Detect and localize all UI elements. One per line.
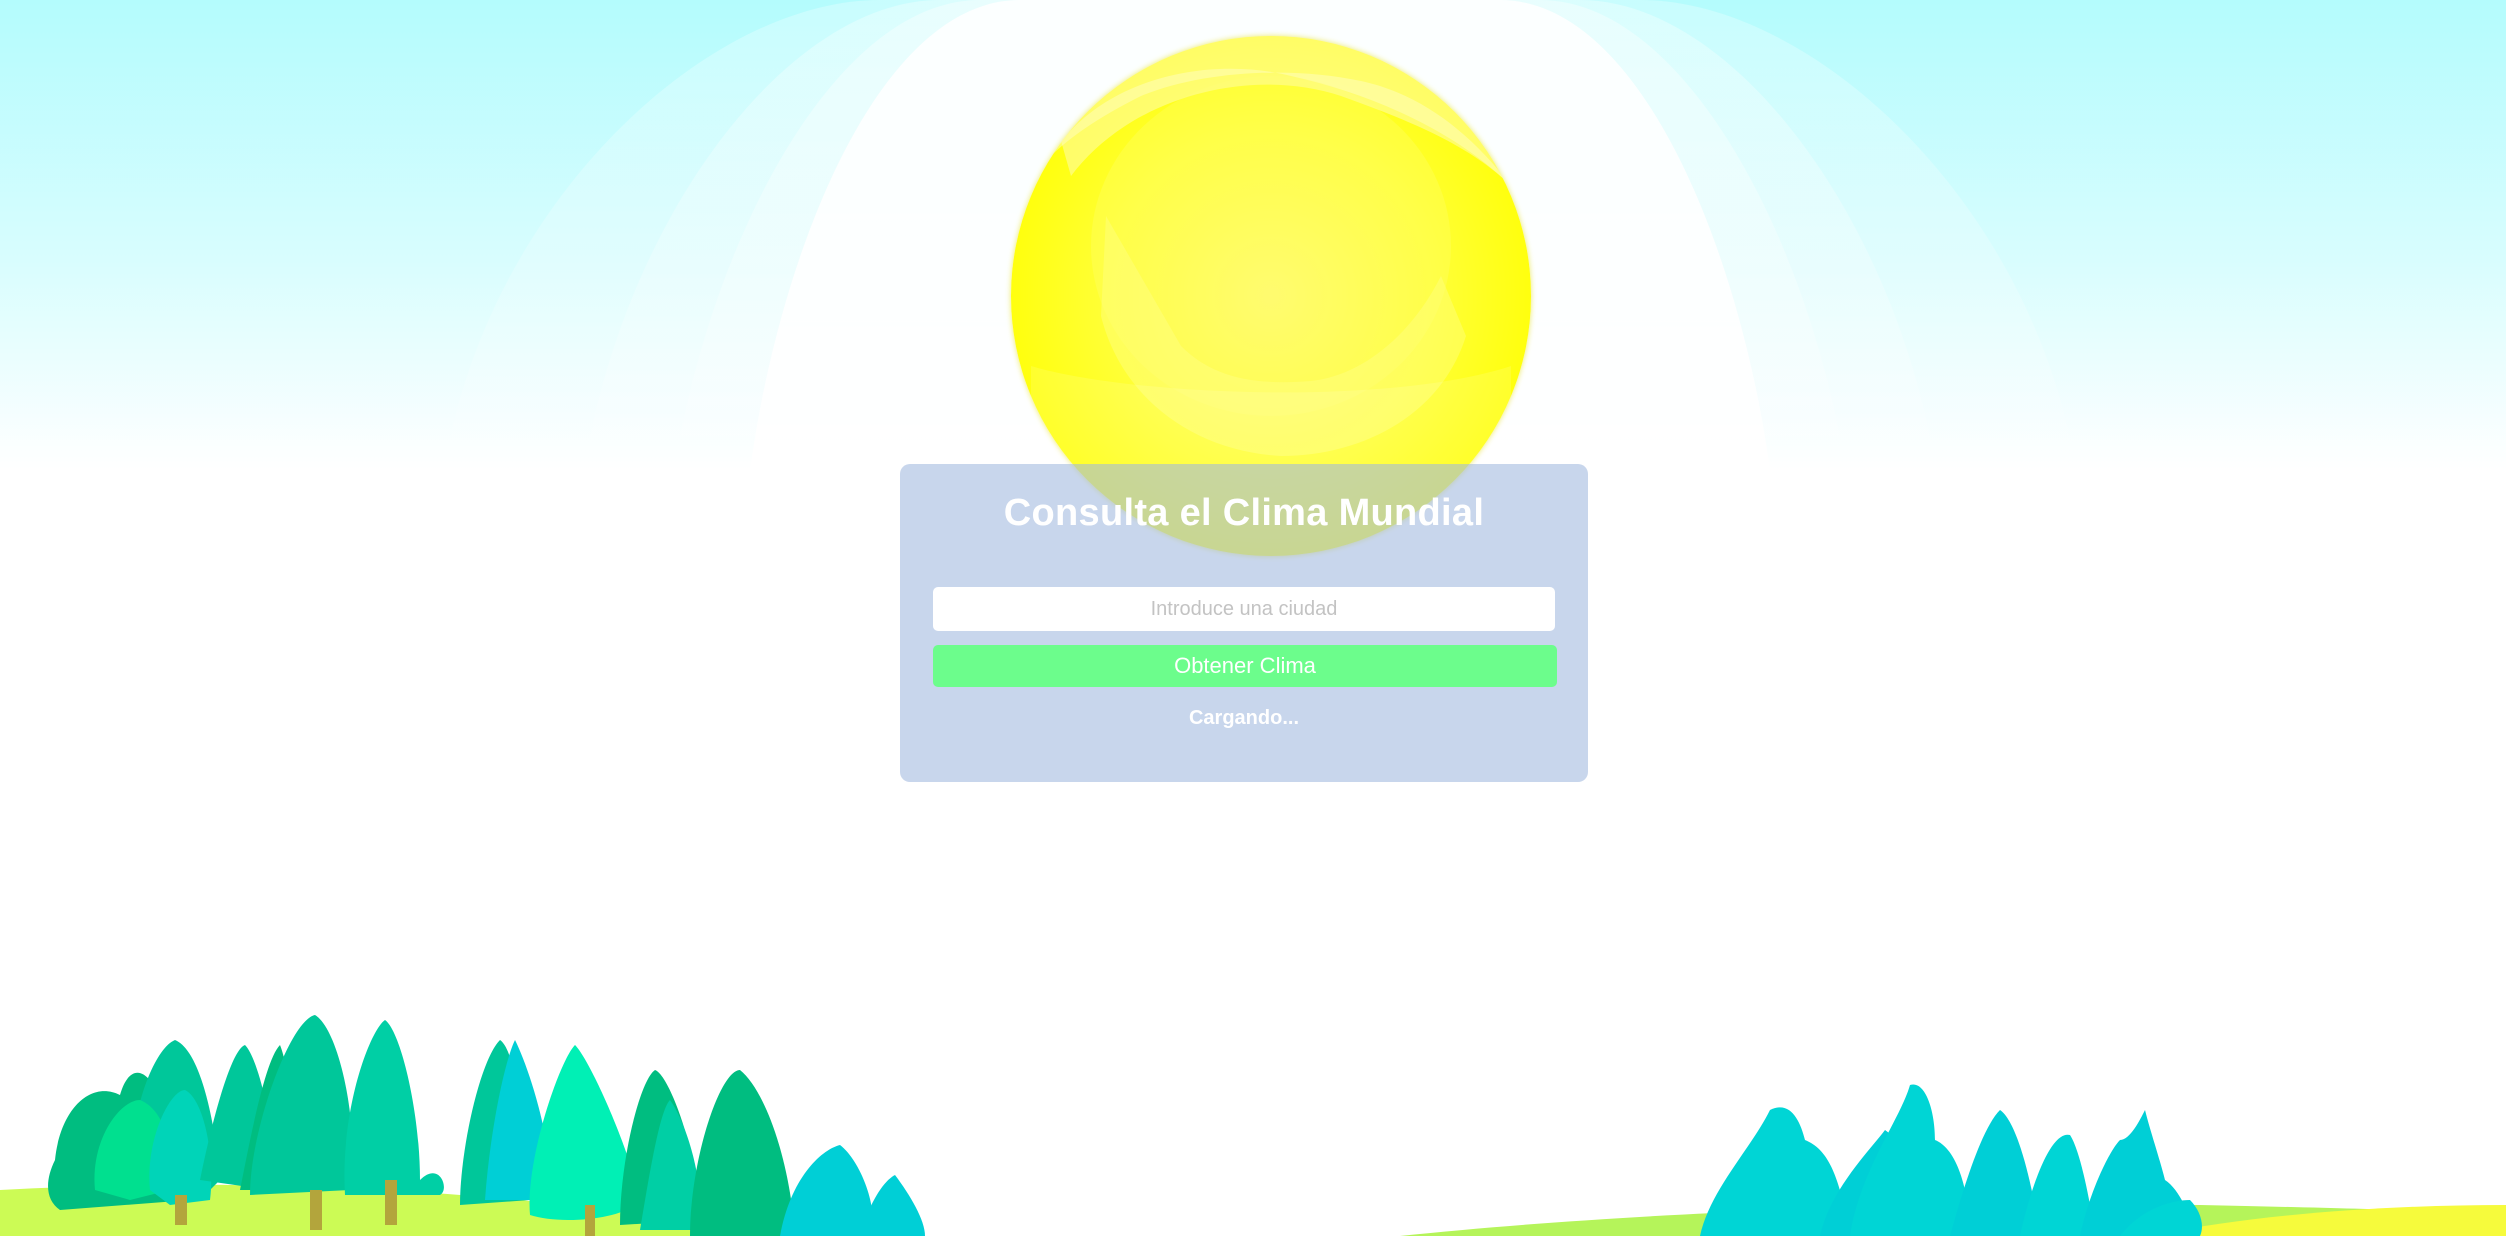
loading-status-text: Cargando... [1188, 707, 1299, 729]
weather-search-panel: Consulta el Clima Mundial Obtener Clima … [900, 464, 1588, 782]
get-weather-button[interactable]: Obtener Clima [933, 645, 1557, 687]
weather-scene: Consulta el Clima Mundial Obtener Clima … [0, 0, 2506, 1236]
left-trees [48, 1015, 925, 1236]
right-trees [1700, 1084, 2202, 1236]
page-title: Consulta el Clima Mundial [1003, 492, 1485, 534]
city-search-input[interactable] [933, 587, 1555, 631]
